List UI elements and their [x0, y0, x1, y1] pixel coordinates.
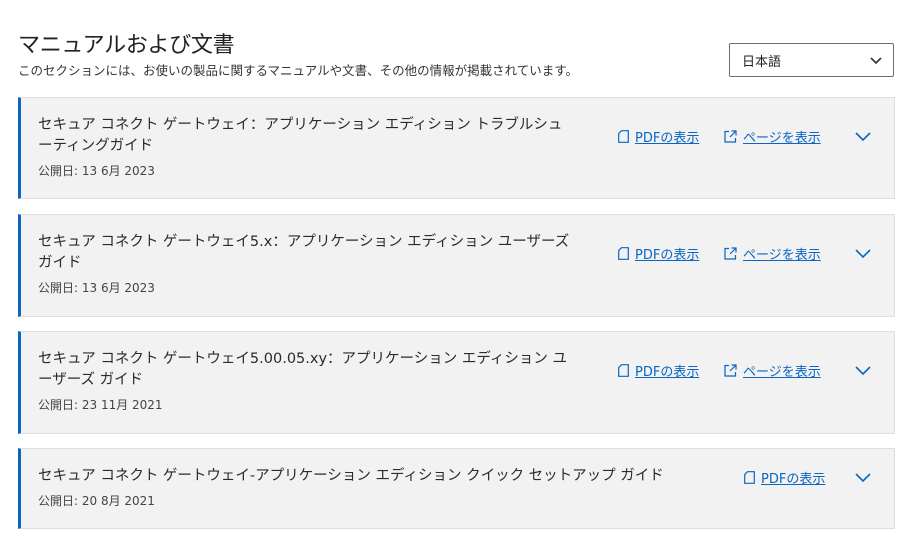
view-pdf-label: PDFの表示	[761, 472, 826, 487]
chevron-down-icon	[870, 57, 882, 65]
document-date: 公開日: 13 6月 2023	[38, 281, 155, 295]
view-pdf-link[interactable]: PDFの表示	[618, 244, 699, 263]
document-date: 公開日: 20 8月 2021	[38, 494, 155, 508]
document-card: セキュア コネクト ゲートウェイ-アプリケーション エディション クイック セッ…	[18, 448, 895, 529]
document-card: セキュア コネクト ゲートウェイ5.00.05.xy：アプリケーション エディシ…	[18, 331, 895, 434]
page-description: このセクションには、お使いの製品に関するマニュアルや文書、その他の情報が掲載され…	[18, 63, 579, 78]
view-pdf-link[interactable]: PDFの表示	[618, 361, 699, 380]
view-pdf-link[interactable]: PDFの表示	[744, 468, 825, 487]
chevron-down-icon[interactable]	[854, 129, 872, 143]
view-page-link[interactable]: ページを表示	[724, 361, 821, 380]
page-title: マニュアルおよび文書	[18, 33, 235, 58]
document-title[interactable]: セキュア コネクト ゲートウェイ-アプリケーション エディション クイック セッ…	[38, 466, 698, 487]
document-card: セキュア コネクト ゲートウェイ：アプリケーション エディション トラブルシュー…	[18, 97, 895, 199]
document-icon	[618, 364, 629, 377]
view-pdf-label: PDFの表示	[635, 248, 700, 263]
chevron-down-icon[interactable]	[854, 363, 872, 377]
document-date: 公開日: 23 11月 2021	[38, 398, 163, 412]
external-link-icon	[724, 364, 737, 377]
document-card: セキュア コネクト ゲートウェイ5.x：アプリケーション エディション ユーザー…	[18, 214, 895, 317]
document-icon	[618, 130, 629, 143]
document-date: 公開日: 13 6月 2023	[38, 164, 155, 178]
external-link-icon	[724, 247, 737, 260]
view-pdf-label: PDFの表示	[635, 131, 700, 146]
external-link-icon	[724, 130, 737, 143]
view-pdf-link[interactable]: PDFの表示	[618, 127, 699, 146]
view-page-link[interactable]: ページを表示	[724, 244, 821, 263]
document-title[interactable]: セキュア コネクト ゲートウェイ5.00.05.xy：アプリケーション エディシ…	[38, 349, 573, 391]
view-page-label: ページを表示	[743, 365, 821, 380]
document-icon	[618, 247, 629, 260]
language-select[interactable]: 日本語	[729, 43, 894, 77]
chevron-down-icon[interactable]	[854, 470, 872, 484]
view-page-label: ページを表示	[743, 248, 821, 263]
view-pdf-label: PDFの表示	[635, 365, 700, 380]
view-page-link[interactable]: ページを表示	[724, 127, 821, 146]
language-select-value: 日本語	[742, 54, 782, 70]
view-page-label: ページを表示	[743, 131, 821, 146]
document-icon	[744, 471, 755, 484]
document-title[interactable]: セキュア コネクト ゲートウェイ：アプリケーション エディション トラブルシュー…	[38, 115, 573, 157]
document-title[interactable]: セキュア コネクト ゲートウェイ5.x：アプリケーション エディション ユーザー…	[38, 232, 573, 274]
chevron-down-icon[interactable]	[854, 246, 872, 260]
